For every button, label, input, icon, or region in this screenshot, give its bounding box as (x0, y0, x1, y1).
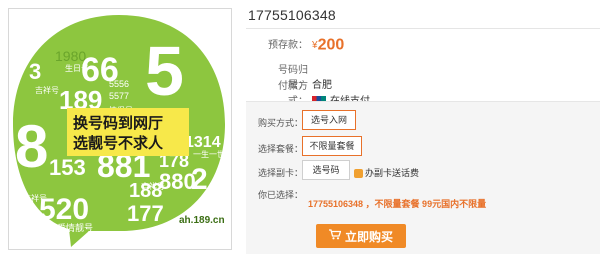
promo-graphic: 1980 66 5 3 189 5556 5577 8 2 1314 153 8… (13, 15, 225, 247)
number-detail-panel: 17755106348 预存款：¥200 号码归属：合肥 付款方式：在线支付 购… (238, 0, 600, 254)
promo-tag: 吉祥号 (23, 193, 47, 203)
promo-headline-2: 选靓号不求人 (73, 134, 164, 152)
phone-number-title: 17755106348 (248, 7, 336, 23)
promo-number: 5577 (109, 91, 129, 101)
plan-option[interactable]: 不限量套餐 (302, 136, 362, 156)
gift-icon (354, 169, 363, 179)
subcard-gift-link[interactable]: 办副卡送话费 (354, 166, 419, 179)
promo-number: 3 (29, 59, 41, 84)
promo-number: 5 (145, 32, 184, 110)
promo-tag: 爱情靓号 (57, 222, 93, 234)
price-row: 预存款： ¥200 (260, 36, 344, 54)
purchase-options: 购买方式： 选号入网 选择套餐： 不限量套餐 选择副卡： 选号码 办副卡送话费 … (246, 101, 600, 254)
divider (246, 28, 600, 29)
promo-tag: 生日号 (65, 63, 89, 73)
promo-number: 5556 (109, 79, 129, 89)
subcard-link-text: 办副卡送话费 (365, 168, 420, 178)
promo-banner: 1980 66 5 3 189 5556 5577 8 2 1314 153 8… (8, 8, 232, 250)
price-value: 200 (317, 36, 345, 54)
plan-label: 选择套餐： (258, 144, 304, 154)
promo-url: ah.189.cn (179, 215, 225, 226)
promo-tag: 一生一世 (193, 149, 225, 159)
promo-number: 153 (49, 155, 86, 180)
promo-tag: 吉祥号 (141, 181, 165, 191)
promo-number: 177 (127, 201, 164, 226)
promo-number: 8 (15, 113, 48, 180)
selected-label: 你已选择： (258, 190, 304, 200)
subcard-label: 选择副卡： (258, 168, 304, 178)
promo-headline-1: 换号码到网厅 (73, 114, 163, 132)
buy-method-option[interactable]: 选号入网 (302, 110, 356, 130)
price-label: 预存款： (268, 40, 308, 51)
buy-now-button[interactable]: 立即购买 (316, 224, 406, 248)
cart-icon (328, 229, 342, 243)
promo-tag: 吉祥号 (35, 85, 59, 95)
selection-summary: 17755106348 ，不限量套餐 99元国内不限量 (308, 199, 487, 209)
buy-now-label: 立即购买 (344, 229, 393, 244)
promo-number: 1314 (185, 134, 221, 151)
buy-method-label: 购买方式： (258, 118, 304, 128)
subcard-option[interactable]: 选号码 (302, 160, 350, 180)
